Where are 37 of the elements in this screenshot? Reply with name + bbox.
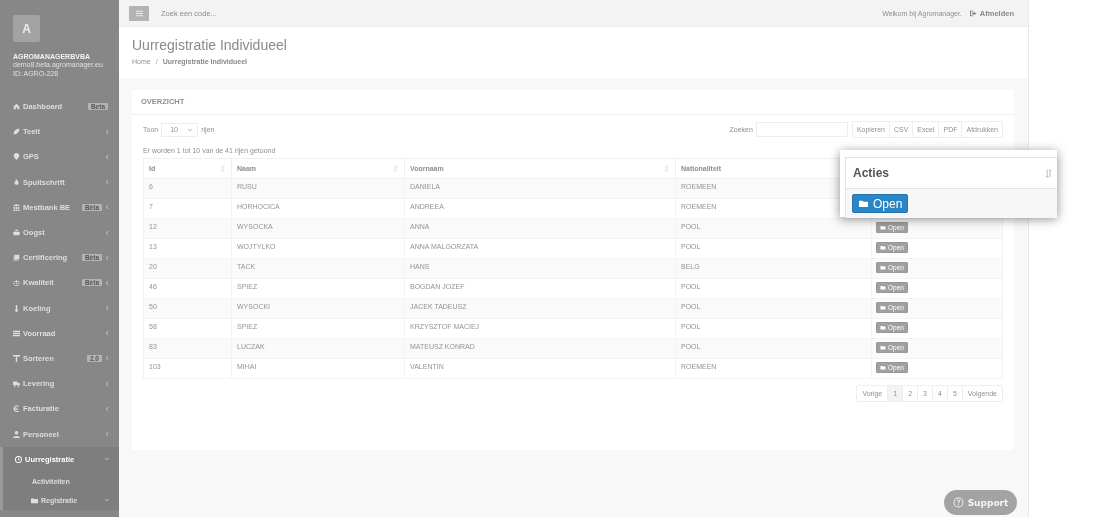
truck-icon — [13, 380, 20, 388]
sort-icon — [220, 165, 226, 172]
folder-icon — [880, 325, 886, 330]
leaf-icon — [13, 128, 20, 136]
folder-icon — [31, 496, 38, 504]
user-icon — [13, 430, 20, 438]
clock-icon — [15, 455, 22, 463]
drop-icon — [13, 178, 20, 186]
folder-icon — [880, 305, 886, 310]
page-title: Uurregistratie Individueel — [132, 37, 288, 53]
menu-icon — [135, 9, 143, 17]
scale-icon — [13, 279, 20, 287]
sort-icon — [393, 165, 399, 172]
filter-icon — [13, 354, 20, 362]
euro-icon — [13, 405, 20, 413]
book-icon — [13, 254, 20, 262]
folder-icon — [880, 345, 886, 350]
bank-icon — [13, 203, 20, 211]
sort-icon[interactable] — [1045, 167, 1053, 179]
support-button[interactable]: Support — [944, 490, 1017, 515]
menu-button[interactable] — [129, 5, 149, 21]
folder-icon — [880, 245, 886, 250]
home-icon — [13, 103, 20, 111]
help-icon — [952, 497, 964, 508]
sign-out-icon — [969, 9, 977, 17]
open-button[interactable]: Open — [852, 194, 909, 213]
list-icon — [13, 329, 20, 337]
folder-icon — [880, 225, 886, 230]
thermometer-icon — [13, 304, 20, 312]
basket-icon — [13, 229, 20, 237]
chevron-icon — [187, 126, 194, 133]
avatar: A — [13, 15, 40, 42]
folder-icon — [880, 265, 886, 270]
sort-icon — [664, 165, 670, 172]
folder-icon — [880, 285, 886, 290]
folder-icon — [880, 365, 886, 370]
map-pin-icon — [13, 153, 20, 161]
